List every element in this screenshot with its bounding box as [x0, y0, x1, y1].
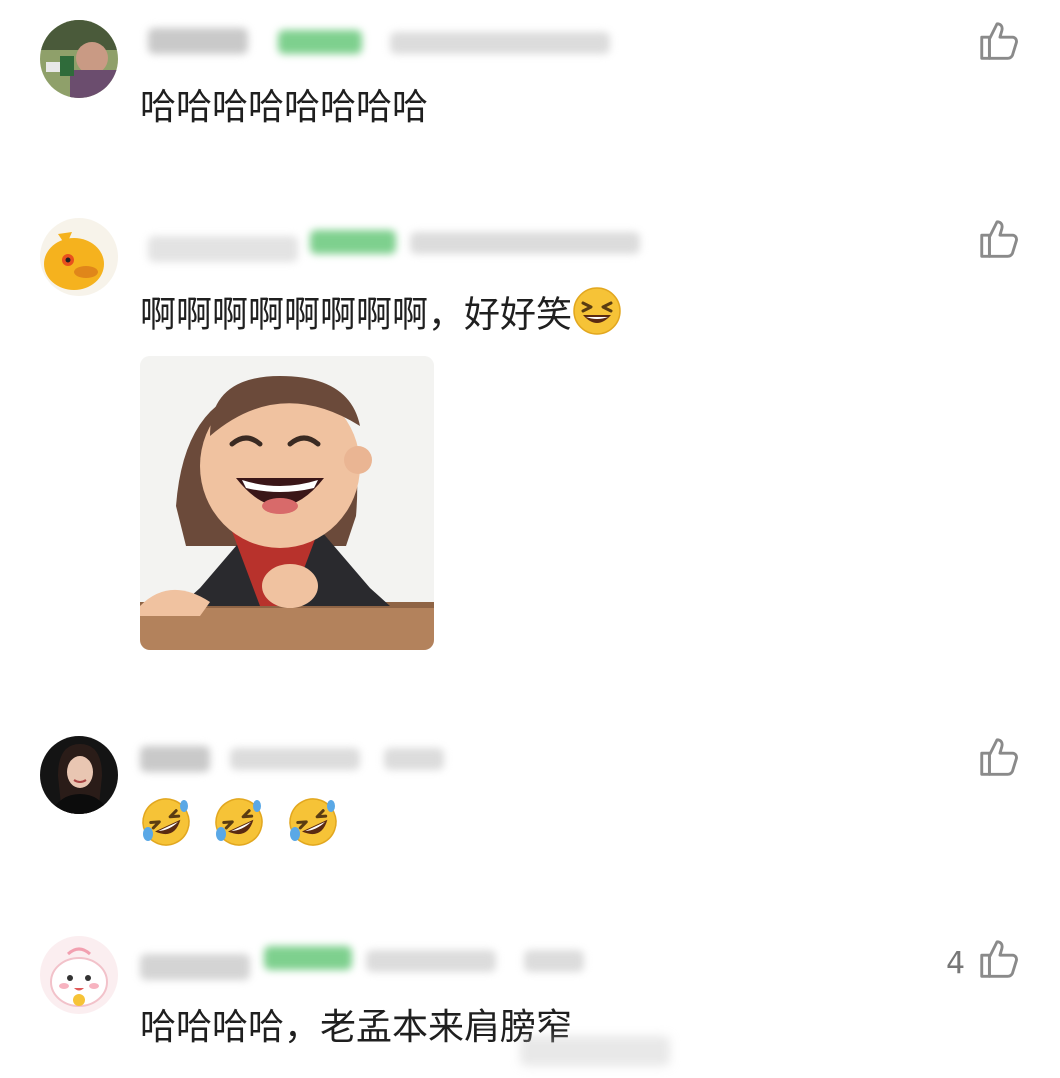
comment-meta-redacted: [390, 32, 610, 54]
avatar[interactable]: [40, 20, 118, 98]
comment-location-redacted: [384, 748, 444, 770]
comment-location-redacted: [524, 950, 584, 972]
username-redacted: [148, 28, 248, 54]
thumbs-up-icon: [980, 738, 1018, 776]
like-button[interactable]: [976, 936, 1022, 982]
avatar[interactable]: [40, 218, 118, 296]
comment-meta-redacted: [410, 232, 640, 254]
avatar[interactable]: [40, 736, 118, 814]
user-badge-redacted: [264, 946, 352, 970]
watermark-redacted: [520, 1036, 670, 1066]
username-redacted: [148, 236, 298, 262]
comment-item: [0, 710, 1060, 920]
comment-item: 啊啊啊啊啊啊啊啊，好好笑: [0, 190, 1060, 710]
thumbs-up-icon: [980, 22, 1018, 60]
thumbs-up-icon: [980, 940, 1018, 978]
comment-meta-redacted: [366, 950, 496, 972]
like-button[interactable]: [976, 18, 1022, 64]
thumbs-up-icon: [980, 220, 1018, 258]
like-button[interactable]: [976, 734, 1022, 780]
like-count: 4: [946, 946, 966, 981]
comment-meta-redacted: [230, 748, 360, 770]
comment-text: 哈哈哈哈，老孟本来肩膀窄: [140, 1007, 573, 1048]
like-button[interactable]: [976, 216, 1022, 262]
comment-text: [140, 796, 339, 859]
rofl-emoji: [213, 796, 265, 859]
comment-text-body: 啊啊啊啊啊啊啊啊，好好笑: [140, 294, 573, 336]
avatar[interactable]: [40, 936, 118, 1014]
laughing-squint-emoji: [572, 286, 622, 347]
comment-text: 哈哈哈哈哈哈哈哈: [140, 87, 429, 128]
laughing-avatar-sticker: [140, 356, 434, 650]
rofl-emoji: [140, 796, 192, 859]
user-badge-redacted: [278, 30, 362, 54]
username-redacted: [140, 746, 210, 772]
user-badge-redacted: [310, 230, 396, 254]
username-redacted: [140, 954, 250, 980]
comment-text: 啊啊啊啊啊啊啊啊，好好笑: [140, 286, 622, 347]
rofl-emoji: [287, 796, 339, 859]
comment-item: 哈哈哈哈哈哈哈哈: [0, 0, 1060, 190]
sticker-image[interactable]: [140, 356, 434, 650]
